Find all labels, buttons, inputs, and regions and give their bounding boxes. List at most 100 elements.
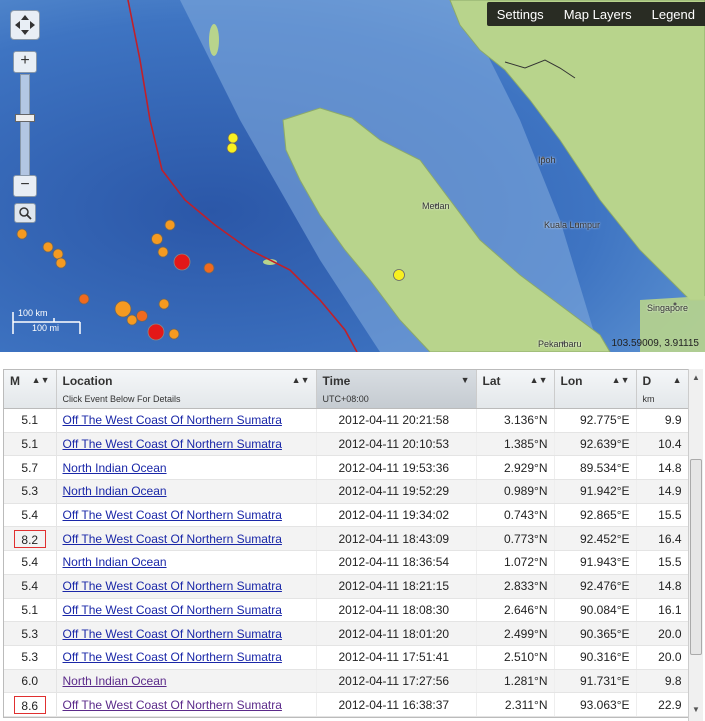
quake-marker [78,293,90,305]
sort-toggle-icon: ▲▼ [529,375,548,385]
event-link[interactable]: North Indian Ocean [63,461,167,475]
event-link[interactable]: Off The West Coast Of Northern Sumatra [63,532,282,546]
column-header-lat[interactable]: Lat ▲▼ [476,370,555,409]
event-link[interactable]: Off The West Coast Of Northern Sumatra [63,698,282,712]
table-row[interactable]: 5.3 North Indian Ocean 2012-04-11 19:52:29… [4,479,689,504]
earthquake-map[interactable]: Ipoh Medan Kuala Lumpur Singapore Pekanb… [0,0,705,352]
column-header-time[interactable]: Time ▼ UTC+08:00 [316,370,477,409]
magnitude-value: 5.4 [21,579,39,594]
table-row[interactable]: 5.1 Off The West Coast Of Northern Sumatr… [4,598,689,623]
zoom-in-button[interactable]: + [13,51,37,73]
quake-marker [52,248,64,260]
cell-magnitude: 8.2 [4,526,57,552]
event-link[interactable]: Off The West Coast Of Northern Sumatra [63,627,282,641]
cell-lon: 91.942°E [554,479,637,504]
cell-location: Off The West Coast Of Northern Sumatra [56,432,317,457]
quake-marker [114,300,132,318]
legend-menu[interactable]: Legend [642,7,705,22]
table-row[interactable]: 8.2 Off The West Coast Of Northern Sumatr… [4,526,689,552]
pan-control[interactable] [10,10,40,40]
cell-location: North Indian Ocean [56,669,317,694]
map-layers-menu[interactable]: Map Layers [554,7,642,22]
city-label-medan: Medan [422,201,450,211]
table-row[interactable]: 5.4 North Indian Ocean 2012-04-11 18:36:54… [4,550,689,575]
splitter[interactable] [0,352,705,364]
table-row[interactable]: 5.3 Off The West Coast Of Northern Sumatr… [4,645,689,670]
cell-depth: 16.1 [636,598,689,623]
zoom-extent-button[interactable] [14,203,36,223]
cell-lon: 90.365°E [554,621,637,646]
table-row[interactable]: 8.6 Off The West Coast Of Northern Sumatr… [4,692,689,717]
cell-time: 2012-04-11 20:21:58 [316,408,477,433]
zoom-slider[interactable] [20,74,30,176]
event-link[interactable]: Off The West Coast Of Northern Sumatra [63,437,282,451]
table-row[interactable]: 5.3 Off The West Coast Of Northern Sumatr… [4,621,689,646]
magnitude-value: 5.4 [21,555,39,570]
cell-location: Off The West Coast Of Northern Sumatra [56,503,317,528]
table-row[interactable]: 5.1 Off The West Coast Of Northern Sumatr… [4,408,689,433]
scroll-down-icon[interactable]: ▼ [691,705,701,717]
magnitude-value: 5.3 [21,626,39,641]
settings-menu[interactable]: Settings [487,7,554,22]
table-row[interactable]: 6.0 North Indian Ocean 2012-04-11 17:27:56… [4,669,689,694]
cell-time: 2012-04-11 19:34:02 [316,503,477,528]
table-scrollbar[interactable]: ▲ ▼ [688,369,703,721]
table-row[interactable]: 5.4 Off The West Coast Of Northern Sumatr… [4,574,689,599]
scale-km-label: 100 km [18,308,48,318]
event-link[interactable]: Off The West Coast Of Northern Sumatra [63,508,282,522]
scroll-up-icon[interactable]: ▲ [691,373,701,385]
column-header-magnitude[interactable]: M ▲▼ [4,370,57,409]
city-label-pekanbaru: Pekanbaru [538,339,582,349]
event-link[interactable]: North Indian Ocean [63,484,167,498]
cell-time: 2012-04-11 17:51:41 [316,645,477,670]
map-menu-bar: Settings Map Layers Legend [486,2,705,26]
cell-lon: 91.943°E [554,550,637,575]
event-link[interactable]: Off The West Coast Of Northern Sumatra [63,413,282,427]
cell-depth: 15.5 [636,550,689,575]
quake-marker [126,314,138,326]
column-header-depth[interactable]: D ▲ km [636,370,689,409]
event-link[interactable]: Off The West Coast Of Northern Sumatra [63,603,282,617]
pan-arrows-icon [15,15,35,35]
table-row[interactable]: 5.7 North Indian Ocean 2012-04-11 19:53:36… [4,455,689,481]
quake-marker [151,233,163,245]
cell-location: Off The West Coast Of Northern Sumatra [56,645,317,670]
quake-marker [203,262,215,274]
cell-lon: 89.534°E [554,455,637,481]
table-row[interactable]: 5.1 Off The West Coast Of Northern Sumatr… [4,432,689,457]
cell-lat: 1.072°N [476,550,555,575]
cell-depth: 14.8 [636,455,689,481]
cell-magnitude: 5.7 [4,455,57,481]
scale-mi-label: 100 mi [32,323,60,333]
magnitude-value: 5.3 [21,484,39,499]
column-header-lon[interactable]: Lon ▲▼ [554,370,637,409]
cell-lat: 2.510°N [476,645,555,670]
quake-marker [173,253,191,271]
event-link[interactable]: Off The West Coast Of Northern Sumatra [63,579,282,593]
quake-marker [55,257,67,269]
zoom-slider-thumb[interactable] [15,114,35,122]
cell-lon: 90.084°E [554,598,637,623]
sort-toggle-icon: ▲▼ [611,375,630,385]
column-header-location[interactable]: Location ▲▼ Click Event Below For Details [56,370,317,409]
cell-lon: 92.452°E [554,526,637,552]
cell-lat: 2.929°N [476,455,555,481]
cell-lon: 92.775°E [554,408,637,433]
city-label-singapore: Singapore [647,303,689,313]
scrollbar-thumb[interactable] [690,459,702,655]
cell-magnitude: 5.1 [4,408,57,433]
quake-marker [227,132,239,144]
cell-depth: 14.8 [636,574,689,599]
event-link[interactable]: Off The West Coast Of Northern Sumatra [63,650,282,664]
cell-depth: 20.0 [636,621,689,646]
magnitude-value: 5.1 [21,437,39,452]
table-row[interactable]: 5.4 Off The West Coast Of Northern Sumatr… [4,503,689,528]
quake-marker [164,219,176,231]
event-link[interactable]: North Indian Ocean [63,674,167,688]
cell-depth: 20.0 [636,645,689,670]
cell-magnitude: 6.0 [4,669,57,694]
event-link[interactable]: North Indian Ocean [63,555,167,569]
zoom-out-button[interactable]: − [13,175,37,197]
cell-magnitude: 5.3 [4,479,57,504]
cell-magnitude: 5.1 [4,432,57,457]
